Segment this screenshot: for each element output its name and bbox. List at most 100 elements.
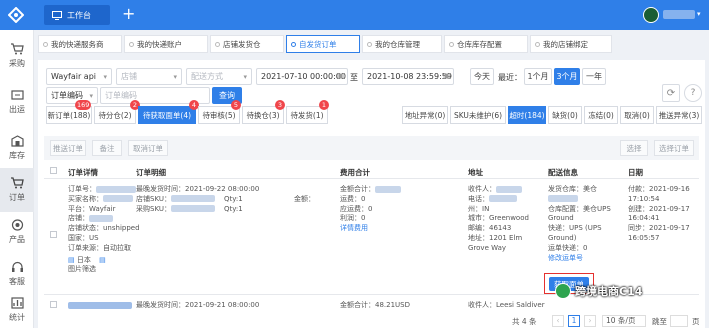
workspace-label: 工作台	[67, 10, 91, 20]
sidebar-item-label: 采购	[9, 59, 25, 68]
push-order-button[interactable]: 推送订单	[50, 140, 86, 156]
order-icon	[10, 177, 24, 189]
total-amount-label: 金额合计：	[340, 185, 375, 193]
address-text-2: Grove Way	[468, 243, 507, 252]
filter-tab-address-error[interactable]: 地址异常(0)	[402, 106, 448, 124]
page-size-select[interactable]: 10 条/页	[602, 315, 646, 327]
tab-shop-binding[interactable]: 我的店铺绑定	[530, 35, 612, 53]
order-no-value[interactable]	[68, 301, 132, 309]
waybill-courier-text: 运单快递：0	[548, 243, 588, 252]
tab-warehouse-management[interactable]: 我的仓库管理	[362, 35, 442, 53]
tab-label: 仓库库存配置	[457, 39, 502, 49]
new-tab-button[interactable]: +	[122, 5, 135, 23]
today-button[interactable]: 今天	[470, 68, 494, 85]
goto-page-input[interactable]	[670, 315, 688, 327]
status-tab-change-warehouse[interactable]: 待换仓(3) 3	[242, 100, 285, 124]
shop-sku-label: 店铺SKU：	[136, 194, 171, 203]
filter-tab-frozen[interactable]: 冻结(0)	[584, 106, 618, 124]
buyer-value	[103, 195, 133, 203]
status-tab-allocate[interactable]: 待分仓(2) 2	[94, 100, 140, 124]
sidebar-item-purchase[interactable]: 采购	[0, 34, 34, 78]
username-blurred[interactable]	[663, 10, 695, 19]
edit-waybill-link[interactable]: 修改运单号	[548, 254, 611, 264]
sidebar-item-products[interactable]: 产品	[0, 210, 34, 254]
sidebar-item-inventory[interactable]: 库存	[0, 126, 34, 170]
filter-tab-push-error[interactable]: 推送异常(3)	[656, 106, 702, 124]
chevron-down-icon[interactable]: ▾	[697, 10, 701, 18]
cancel-order-button[interactable]: 取消订单	[128, 140, 168, 156]
warehouse-config-text-2: Ground	[548, 214, 574, 223]
sidebar-item-label: 出运	[9, 105, 25, 114]
date-to-input[interactable]: 2021-10-08 23:59:59	[362, 68, 454, 85]
date-from-input[interactable]: 2021-07-10 00:00:00	[256, 68, 348, 85]
sidebar-item-label: 产品	[9, 235, 25, 244]
remark-button[interactable]: 备注	[92, 140, 122, 156]
sidebar-item-label: 库存	[9, 151, 25, 160]
avatar[interactable]	[643, 7, 659, 23]
select-all-checkbox[interactable]	[50, 167, 57, 174]
next-page-icon[interactable]: ›	[584, 315, 596, 327]
goto-label: 跳至	[652, 317, 667, 326]
row-checkbox[interactable]	[50, 301, 57, 312]
tab-self-ship-orders[interactable]: 自发货订单	[286, 35, 360, 53]
purchase-sku-value[interactable]	[170, 205, 215, 213]
row-checkbox[interactable]	[50, 231, 57, 238]
image-filter-link[interactable]: 图片筛选	[68, 265, 140, 275]
sidebar-item-shipping[interactable]: 出运	[0, 80, 34, 124]
tab-dot-icon	[129, 41, 134, 47]
status-tab-new[interactable]: 新订单(188) 169	[46, 100, 92, 124]
three-months-button[interactable]: 3个月	[554, 68, 580, 85]
workspace-tab[interactable]: 工作台	[44, 5, 110, 25]
order-detail-cell: 订单号： 买家名称： 平台：Wayfair 店铺： 店铺状态：unshipped…	[68, 185, 140, 275]
help-icon[interactable]: ?	[684, 84, 702, 102]
one-month-button[interactable]: 1个月	[524, 68, 552, 85]
one-year-button[interactable]: 一年	[582, 68, 606, 85]
filter-tab-out-of-stock[interactable]: 缺货(0)	[548, 106, 582, 124]
shop-status-text: 店铺状态：unshipped	[68, 224, 140, 233]
page-1-button[interactable]: 1	[568, 315, 580, 327]
paid-time: 17:10:54	[628, 194, 660, 203]
tab-express-providers[interactable]: 我的快递服务商	[38, 35, 122, 53]
tab-shop-warehouse[interactable]: 店铺发货仓	[210, 35, 284, 53]
date-separator: 至	[350, 73, 358, 82]
sidebar-item-orders[interactable]: 订单	[0, 168, 34, 212]
prev-page-icon[interactable]: ‹	[552, 315, 564, 327]
headset-icon	[11, 261, 23, 272]
app-logo-icon	[8, 7, 24, 23]
checkbox[interactable]	[50, 301, 57, 308]
sidebar-item-stats[interactable]: 统计	[0, 292, 34, 328]
refresh-icon[interactable]: ⟳	[662, 84, 680, 102]
status-tab-to-ship[interactable]: 待发货(1) 1	[286, 100, 329, 124]
total-count: 共 4 条	[512, 317, 537, 326]
select-button[interactable]: 选择	[620, 140, 648, 156]
order-no-value[interactable]	[96, 185, 136, 193]
fee-detail-link[interactable]: 详情费用	[340, 224, 401, 234]
filter-tab-timeout[interactable]: 超时(184)	[508, 106, 546, 124]
tab-stock-config[interactable]: 仓库库存配置	[444, 35, 528, 53]
chevron-down-icon: ▾	[173, 73, 177, 81]
col-shipping: 配送信息	[548, 168, 578, 177]
tab-express-accounts[interactable]: 我的快递账户	[124, 35, 208, 53]
next-order-no[interactable]	[68, 301, 132, 311]
table-header: 订单详情 订单明细 费用合计 地址 配送信息 日期	[44, 163, 699, 179]
status-tab-awaiting-label[interactable]: 待获取面单(4) 4	[138, 100, 199, 124]
fees-cell: 金额合计： 运费：0 应运费：0 利润：0 详情费用	[340, 185, 401, 234]
shop-select[interactable]: 店铺 ▾	[116, 68, 182, 85]
state-text: 州：IN	[468, 204, 490, 213]
sidebar-item-service[interactable]: 客服	[0, 252, 34, 296]
filter-tab-cancelled[interactable]: 取消(0)	[620, 106, 654, 124]
chevron-down-icon: ▾	[103, 73, 107, 81]
item-amount-cell: 金额：	[294, 195, 315, 205]
watermark: 跨境电商C14	[555, 283, 642, 299]
method-select[interactable]: 配送方式 ▾	[186, 68, 252, 85]
tab-dot-icon	[367, 41, 372, 47]
platform-text: 平台：Wayfair	[68, 204, 116, 213]
filter-tab-sku-missing[interactable]: SKU未维护(6)	[450, 106, 506, 124]
status-tab-review[interactable]: 待审核(5) 5	[198, 100, 241, 124]
due-freight-text: 应运费：0	[340, 204, 373, 213]
recipient-label: 收件人：	[468, 185, 496, 193]
select-order-button[interactable]: 选择订单	[654, 140, 694, 156]
log-link[interactable]: 日本	[77, 256, 91, 264]
platform-select[interactable]: Wayfair api ▾	[46, 68, 112, 85]
table-row[interactable]: 订单号： 买家名称： 平台：Wayfair 店铺： 店铺状态：unshipped…	[44, 179, 699, 295]
